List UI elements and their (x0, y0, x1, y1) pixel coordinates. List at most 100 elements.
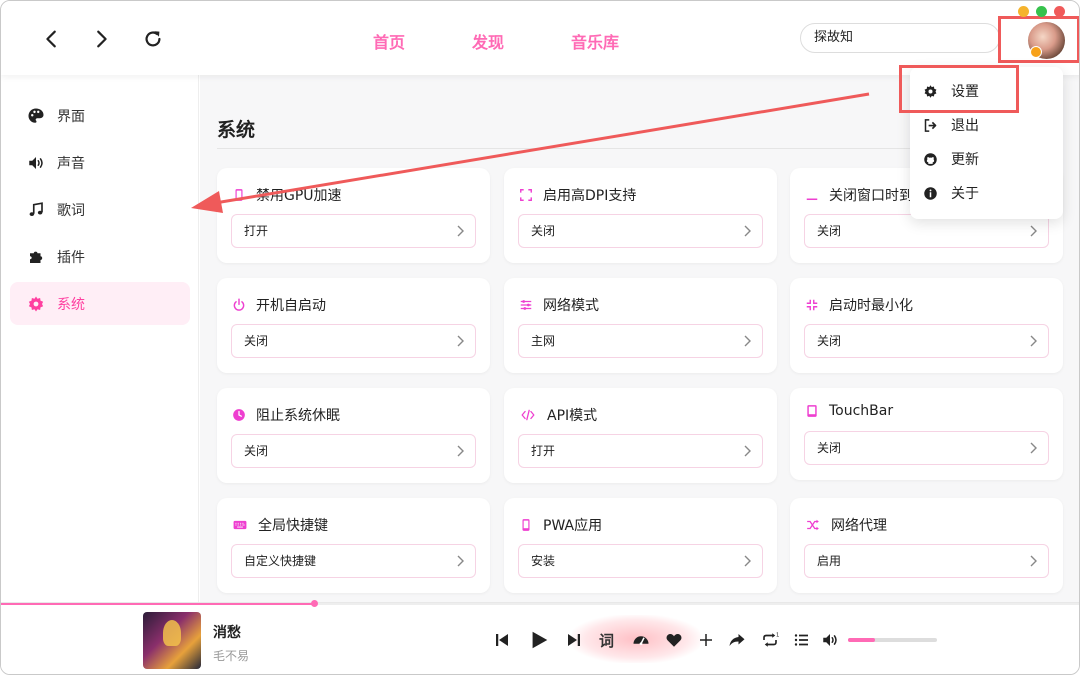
sidebar-item-plugins[interactable]: 插件 (10, 235, 190, 278)
setting-select[interactable]: 关闭 (804, 431, 1049, 465)
setting-select[interactable]: 打开 (518, 434, 763, 468)
setting-card-gpu: 禁用GPU加速 打开 (217, 168, 490, 263)
sidebar-item-label: 界面 (57, 108, 85, 125)
mobile-icon (235, 189, 243, 201)
next-icon[interactable] (563, 629, 585, 651)
song-artist[interactable]: 毛不易 (213, 647, 249, 664)
card-title: PWA应用 (543, 518, 603, 534)
player-bar: 消愁 毛不易 词 1 (1, 600, 1079, 674)
select-value: 关闭 (531, 224, 556, 238)
avatar-badge-icon (1030, 46, 1042, 58)
sidebar-item-interface[interactable]: 界面 (10, 94, 190, 137)
select-value: 关闭 (244, 444, 269, 458)
setting-select[interactable]: 关闭 (231, 434, 476, 468)
select-value: 启用 (817, 554, 842, 568)
menu-item-label: 更新 (951, 152, 979, 168)
top-bar: 首页 发现 音乐库 探故知 (1, 1, 1079, 75)
heart-icon[interactable] (663, 629, 685, 651)
setting-select[interactable]: 主网 (518, 324, 763, 358)
setting-select[interactable]: 安装 (518, 544, 763, 578)
palette-icon (28, 108, 44, 123)
sidebar-item-sound[interactable]: 声音 (10, 141, 190, 184)
song-title[interactable]: 消愁 (213, 622, 241, 642)
chevron-right-icon (1030, 442, 1037, 454)
chevron-right-icon (744, 225, 751, 237)
setting-card-dpi: 启用高DPI支持 关闭 (504, 168, 777, 263)
sidebar-item-system[interactable]: 系统 (10, 282, 190, 325)
sliders-icon (520, 300, 532, 310)
music-note-icon (29, 201, 43, 216)
info-icon (924, 186, 937, 200)
speedometer-icon[interactable] (630, 629, 652, 651)
select-value: 自定义快捷键 (244, 554, 317, 568)
setting-select[interactable]: 关闭 (804, 324, 1049, 358)
tab-library[interactable]: 音乐库 (571, 29, 619, 53)
setting-select[interactable]: 关闭 (518, 214, 763, 248)
forward-icon[interactable] (87, 25, 115, 53)
repeat-one-icon[interactable]: 1 (759, 629, 781, 651)
progress-bar[interactable] (1, 600, 1079, 607)
minimize-window-button[interactable] (1018, 6, 1029, 17)
setting-card-touchbar: TouchBar 关闭 (790, 388, 1063, 480)
play-icon[interactable] (528, 629, 550, 651)
code-icon (521, 409, 535, 421)
chevron-right-icon (1030, 225, 1037, 237)
sign-out-icon (924, 118, 937, 132)
setting-select[interactable]: 关闭 (804, 214, 1049, 248)
clock-icon (233, 409, 245, 421)
setting-select[interactable]: 自定义快捷键 (231, 544, 476, 578)
tablet-icon (807, 405, 817, 417)
menu-item-update[interactable]: 更新 (910, 144, 1063, 174)
menu-item-about[interactable]: 关于 (910, 178, 1063, 208)
sidebar-item-label: 声音 (57, 155, 85, 172)
refresh-icon[interactable] (139, 25, 167, 53)
chevron-right-icon (744, 335, 751, 347)
expand-icon (520, 189, 532, 201)
card-title: 全局快捷键 (258, 518, 328, 534)
maximize-window-button[interactable] (1036, 6, 1047, 17)
sidebar-item-label: 歌词 (57, 202, 85, 219)
previous-icon[interactable] (491, 629, 513, 651)
setting-select[interactable]: 打开 (231, 214, 476, 248)
setting-card-pwa: PWA应用 安装 (504, 498, 777, 593)
volume-icon[interactable] (819, 629, 841, 651)
select-value: 关闭 (817, 334, 842, 348)
setting-card-prevent-sleep: 阻止系统休眠 关闭 (217, 388, 490, 483)
power-icon (233, 298, 245, 311)
avatar-highlight (998, 16, 1079, 63)
chevron-right-icon (457, 445, 464, 457)
playlist-icon[interactable] (791, 629, 813, 651)
tab-home[interactable]: 首页 (373, 29, 405, 53)
close-window-button[interactable] (1054, 6, 1065, 17)
card-title: 网络代理 (831, 518, 887, 534)
progress-handle[interactable] (311, 600, 319, 607)
search-input[interactable]: 探故知 (800, 23, 1000, 53)
lyrics-button[interactable]: 词 (599, 630, 614, 651)
share-icon[interactable] (726, 629, 748, 651)
select-value: 打开 (531, 444, 556, 458)
tab-discover[interactable]: 发现 (472, 29, 504, 53)
menu-item-logout[interactable]: 退出 (910, 110, 1063, 140)
chevron-right-icon (1030, 335, 1037, 347)
puzzle-icon (30, 251, 43, 263)
chevron-right-icon (744, 445, 751, 457)
select-value: 关闭 (817, 441, 842, 455)
add-icon[interactable] (695, 629, 717, 651)
setting-select[interactable]: 启用 (804, 544, 1049, 578)
back-icon[interactable] (38, 25, 66, 53)
minimize-icon (806, 198, 818, 201)
shuffle-icon (807, 519, 819, 531)
album-cover[interactable] (143, 612, 201, 669)
card-title: API模式 (547, 408, 598, 424)
select-value: 主网 (531, 334, 556, 348)
volume-slider[interactable] (848, 638, 937, 642)
chevron-right-icon (744, 555, 751, 567)
select-value: 关闭 (244, 334, 269, 348)
settings-highlight (899, 65, 1019, 113)
top-tabs: 首页 发现 音乐库 (373, 29, 619, 53)
sidebar-item-lyrics[interactable]: 歌词 (10, 188, 190, 231)
setting-card-start-minimized: 启动时最小化 关闭 (790, 278, 1063, 373)
volume-icon (29, 156, 43, 169)
card-title: 启动时最小化 (829, 298, 913, 314)
setting-select[interactable]: 关闭 (231, 324, 476, 358)
